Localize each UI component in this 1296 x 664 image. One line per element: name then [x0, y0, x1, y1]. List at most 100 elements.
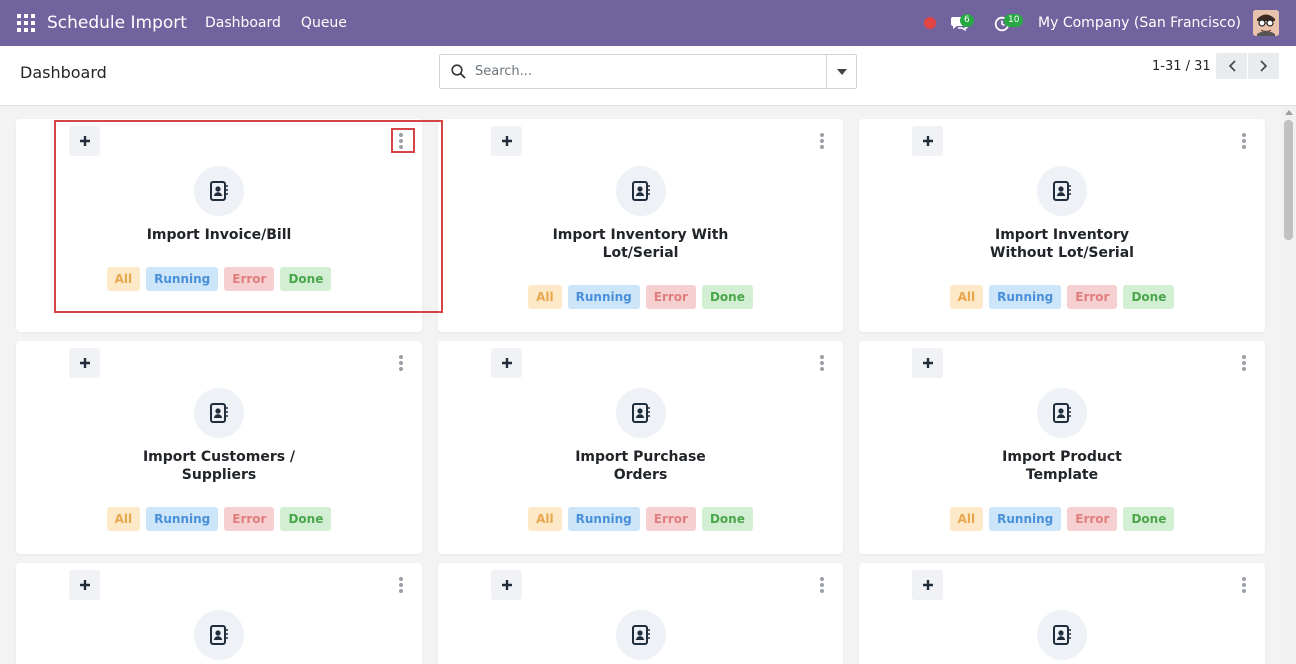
tag-error[interactable]: Error — [645, 285, 696, 309]
import-card: Import Inventory Without Lot/Serial All R… — [859, 119, 1265, 332]
app-brand[interactable]: Schedule Import — [47, 13, 187, 33]
scroll-up-arrow-icon[interactable] — [1285, 110, 1293, 115]
card-title[interactable]: Import Purchase Orders — [438, 448, 843, 484]
tag-all[interactable]: All — [106, 267, 141, 291]
kebab-menu-icon[interactable] — [1239, 575, 1249, 595]
tag-all[interactable]: All — [949, 507, 984, 531]
kebab-menu-icon[interactable] — [396, 131, 406, 151]
card-title[interactable]: Import Invoice/Bill — [16, 226, 422, 244]
avatar[interactable] — [1253, 10, 1279, 36]
status-tags: All Running Error Done — [438, 285, 843, 309]
plus-icon — [922, 136, 933, 146]
caret-down-icon — [836, 68, 847, 75]
plus-icon — [922, 358, 933, 368]
add-button[interactable] — [912, 348, 943, 378]
messages-badge: 6 — [960, 14, 974, 27]
tag-done[interactable]: Done — [1123, 507, 1175, 531]
chevron-left-icon — [1228, 60, 1236, 72]
add-button[interactable] — [69, 570, 100, 600]
tag-error[interactable]: Error — [1067, 285, 1118, 309]
import-card — [438, 563, 843, 664]
nav-dashboard[interactable]: Dashboard — [205, 15, 281, 31]
messages-menu[interactable]: 6 — [950, 12, 974, 34]
activities-menu[interactable]: 10 — [994, 12, 1024, 34]
chevron-right-icon — [1259, 60, 1267, 72]
tag-error[interactable]: Error — [1067, 507, 1118, 531]
kebab-menu-icon[interactable] — [817, 131, 827, 151]
tag-all[interactable]: All — [528, 507, 562, 531]
address-book-icon — [1037, 388, 1087, 438]
nav-queue[interactable]: Queue — [301, 15, 347, 31]
address-book-icon — [194, 166, 244, 216]
status-tags: All Running Error Done — [859, 285, 1265, 309]
address-book-icon — [615, 610, 666, 660]
status-tags: All Running Error Done — [16, 267, 422, 291]
plus-icon — [501, 136, 512, 146]
search-icon — [451, 64, 466, 79]
kebab-menu-icon[interactable] — [817, 353, 827, 373]
card-title[interactable]: Import Inventory Without Lot/Serial — [859, 226, 1265, 262]
import-card: Import Purchase Orders All Running Error … — [438, 341, 843, 554]
kebab-menu-icon[interactable] — [817, 575, 827, 595]
add-button[interactable] — [491, 570, 522, 600]
address-book-icon — [615, 166, 666, 216]
tag-running[interactable]: Running — [989, 285, 1062, 309]
plus-icon — [501, 580, 512, 590]
card-title[interactable]: Import Inventory With Lot/Serial — [438, 226, 843, 262]
tag-running[interactable]: Running — [567, 507, 640, 531]
tag-done[interactable]: Done — [1123, 285, 1175, 309]
kebab-menu-icon[interactable] — [396, 353, 406, 373]
tag-running[interactable]: Running — [146, 507, 219, 531]
import-card: Import Product Template All Running Error… — [859, 341, 1265, 554]
tag-done[interactable]: Done — [280, 507, 332, 531]
kebab-menu-icon[interactable] — [1239, 131, 1249, 151]
tag-done[interactable]: Done — [701, 285, 753, 309]
plus-icon — [79, 580, 90, 590]
tag-done[interactable]: Done — [280, 267, 332, 291]
tag-running[interactable]: Running — [989, 507, 1062, 531]
tag-all[interactable]: All — [949, 285, 984, 309]
card-title[interactable]: Import Product Template — [859, 448, 1265, 484]
apps-grid-icon[interactable] — [17, 14, 35, 32]
tag-error[interactable]: Error — [224, 507, 275, 531]
add-button[interactable] — [69, 126, 100, 156]
tag-running[interactable]: Running — [146, 267, 219, 291]
record-dot-icon[interactable] — [924, 17, 937, 29]
scroll-thumb[interactable] — [1284, 120, 1293, 240]
tag-all[interactable]: All — [106, 507, 141, 531]
import-card: Import Inventory With Lot/Serial All Runn… — [438, 119, 843, 332]
add-button[interactable] — [491, 348, 522, 378]
add-button[interactable] — [912, 570, 943, 600]
activities-badge: 10 — [1004, 14, 1024, 27]
address-book-icon — [194, 388, 244, 438]
systray: 6 10 My Company (San Francisco) — [924, 0, 1296, 46]
address-book-icon — [1037, 166, 1087, 216]
tag-error[interactable]: Error — [645, 507, 696, 531]
add-button[interactable] — [491, 126, 522, 156]
kebab-menu-icon[interactable] — [1239, 353, 1249, 373]
address-book-icon — [615, 388, 666, 438]
add-button[interactable] — [912, 126, 943, 156]
import-card — [16, 563, 422, 664]
search-box[interactable] — [439, 54, 857, 89]
card-title[interactable]: Import Customers / Suppliers — [16, 448, 422, 484]
tag-error[interactable]: Error — [224, 267, 275, 291]
address-book-icon — [1037, 610, 1087, 660]
add-button[interactable] — [69, 348, 100, 378]
pager-value[interactable]: 1-31 / 31 — [1152, 59, 1211, 74]
search-dropdown-toggle[interactable] — [826, 55, 856, 88]
company-switcher[interactable]: My Company (San Francisco) — [1038, 15, 1241, 31]
kebab-menu-icon[interactable] — [396, 575, 406, 595]
pager-next-button[interactable] — [1248, 53, 1279, 79]
search-input[interactable] — [475, 64, 815, 79]
pager-previous-button[interactable] — [1216, 53, 1247, 79]
tag-done[interactable]: Done — [701, 507, 753, 531]
tag-running[interactable]: Running — [567, 285, 640, 309]
status-tags: All Running Error Done — [859, 507, 1265, 531]
status-tags: All Running Error Done — [438, 507, 843, 531]
scrollbar[interactable] — [1281, 106, 1296, 664]
tag-all[interactable]: All — [528, 285, 562, 309]
status-tags: All Running Error Done — [16, 507, 422, 531]
page-title: Dashboard — [20, 63, 107, 82]
import-card: Import Customers / Suppliers All Running … — [16, 341, 422, 554]
